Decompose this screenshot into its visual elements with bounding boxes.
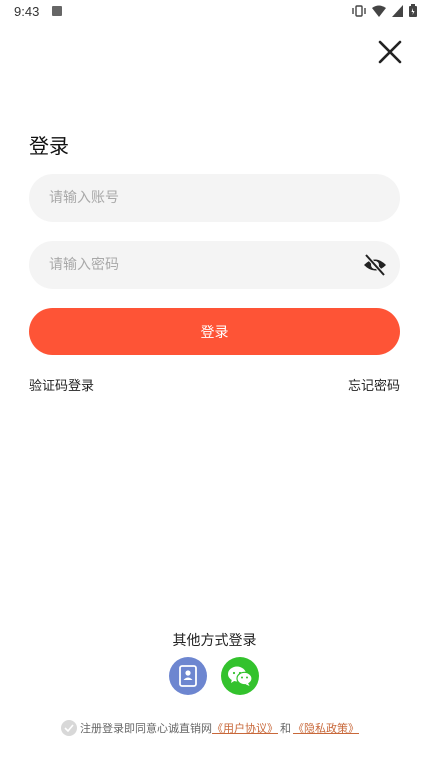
sms-login-link[interactable]: 验证码登录: [29, 375, 94, 394]
agreement-text: 注册登录即同意心诚直销网: [80, 722, 212, 735]
wechat-login-button[interactable]: [221, 657, 259, 695]
agreement-checkbox[interactable]: [61, 720, 77, 736]
eye-off-icon: [364, 253, 386, 277]
wifi-icon: [372, 5, 386, 20]
notification-icon: [52, 6, 62, 16]
status-bar: 9:43: [0, 0, 429, 24]
close-icon: [378, 40, 402, 64]
phone-login-button[interactable]: [169, 657, 207, 695]
password-input[interactable]: [29, 241, 400, 289]
agreement-and: 和: [280, 722, 291, 735]
other-login-title: 其他方式登录: [172, 633, 257, 649]
status-icons: [352, 4, 417, 20]
account-input[interactable]: [29, 174, 400, 222]
page-title: 登录: [29, 134, 69, 158]
signal-icon: [392, 4, 403, 20]
check-icon: [64, 724, 74, 732]
forgot-password-link[interactable]: 忘记密码: [348, 375, 400, 394]
user-agreement-link[interactable]: 《用户协议》: [212, 720, 278, 736]
vibrate-icon: [352, 4, 366, 20]
privacy-policy-link[interactable]: 《隐私政策》: [293, 720, 359, 736]
close-button[interactable]: [374, 36, 406, 68]
agreement-row: 注册登录即同意心诚直销网 《用户协议》 和 《隐私政策》: [61, 719, 359, 737]
toggle-password-visibility-button[interactable]: [362, 253, 388, 277]
login-button[interactable]: 登录: [29, 308, 400, 355]
wechat-icon: [228, 666, 253, 686]
phone-icon: [179, 665, 197, 687]
battery-icon: [409, 4, 417, 20]
status-time: 9:43: [14, 4, 40, 19]
